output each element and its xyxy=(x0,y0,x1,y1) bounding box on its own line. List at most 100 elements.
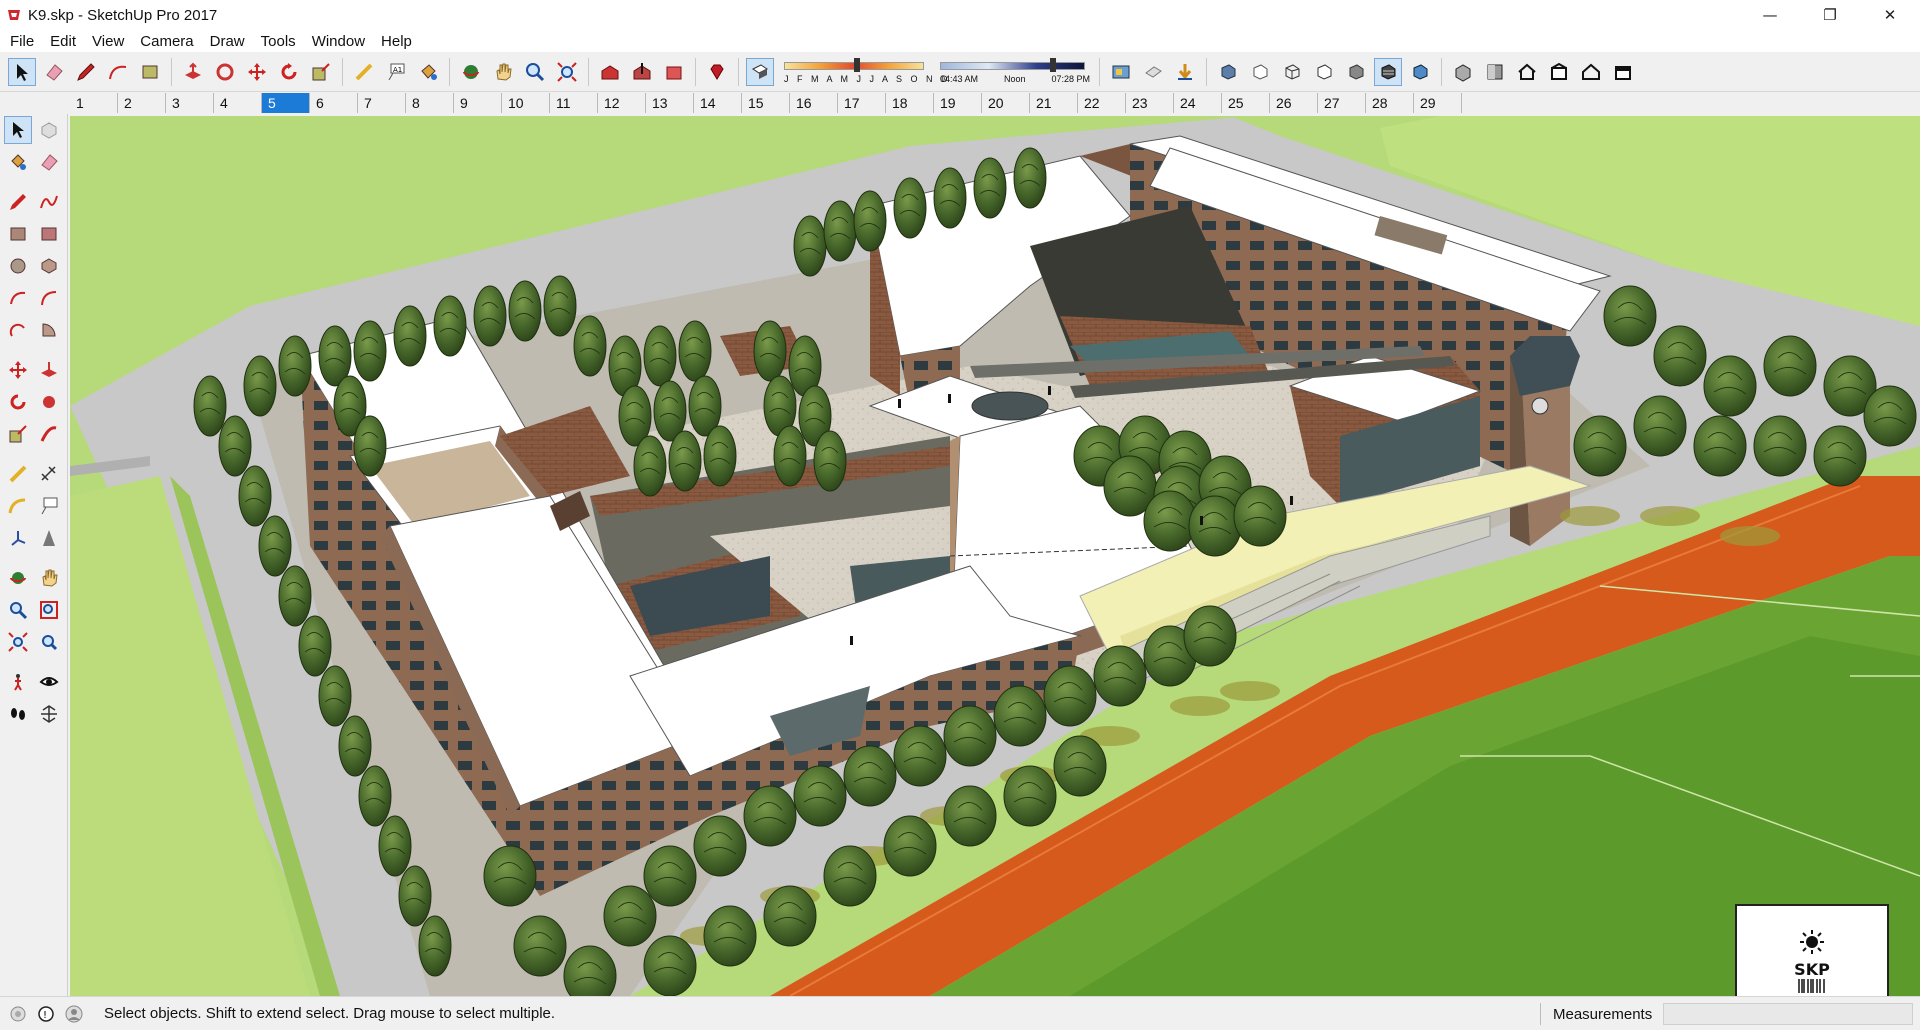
look-around-tool[interactable] xyxy=(36,668,64,696)
zoom-tool[interactable] xyxy=(4,596,32,624)
scene-tab[interactable]: 2 xyxy=(118,93,166,113)
protractor-tool[interactable] xyxy=(4,492,32,520)
3d-warehouse-button[interactable] xyxy=(596,58,624,86)
share-model-button[interactable] xyxy=(628,58,656,86)
front-view-button[interactable] xyxy=(1513,58,1541,86)
two-point-arc-tool[interactable] xyxy=(36,284,64,312)
line-tool-button[interactable] xyxy=(72,58,100,86)
menu-help[interactable]: Help xyxy=(373,33,420,50)
time-slider-knob[interactable] xyxy=(1050,57,1056,72)
section-plane-tool[interactable] xyxy=(36,700,64,728)
orbit-tool-button[interactable] xyxy=(457,58,485,86)
scene-tab[interactable]: 22 xyxy=(1078,93,1126,113)
scene-tab[interactable]: 19 xyxy=(934,93,982,113)
date-slider-knob[interactable] xyxy=(854,57,860,72)
iso-view-button[interactable] xyxy=(1449,58,1477,86)
back-view-button[interactable] xyxy=(1577,58,1605,86)
freehand-tool[interactable] xyxy=(36,188,64,216)
scene-tab[interactable]: 3 xyxy=(166,93,214,113)
menu-edit[interactable]: Edit xyxy=(42,33,84,50)
right-view-button[interactable] xyxy=(1545,58,1573,86)
zoom-extents-tool[interactable] xyxy=(4,628,32,656)
eraser-tool-button[interactable] xyxy=(40,58,68,86)
scene-tab[interactable]: 24 xyxy=(1174,93,1222,113)
arc-tool[interactable] xyxy=(4,284,32,312)
scene-tab[interactable]: 12 xyxy=(598,93,646,113)
menu-tools[interactable]: Tools xyxy=(253,33,304,50)
shaded-style-button[interactable] xyxy=(1342,58,1370,86)
polygon-tool[interactable] xyxy=(36,252,64,280)
scene-tab[interactable]: 26 xyxy=(1270,93,1318,113)
orbit-tool[interactable] xyxy=(4,564,32,592)
scene-tab[interactable]: 15 xyxy=(742,93,790,113)
menu-draw[interactable]: Draw xyxy=(202,33,253,50)
tape-measure-tool-button[interactable] xyxy=(350,58,378,86)
follow-me-tool[interactable] xyxy=(36,388,64,416)
credits-button[interactable]: ! xyxy=(36,1004,56,1024)
menu-file[interactable]: File xyxy=(2,33,42,50)
scene-tab[interactable]: 27 xyxy=(1318,93,1366,113)
scale-tool[interactable] xyxy=(4,420,32,448)
scene-tab[interactable]: 1 xyxy=(70,93,118,113)
position-camera-tool[interactable] xyxy=(4,668,32,696)
close-button[interactable]: ✕ xyxy=(1860,0,1920,30)
scene-tab[interactable]: 29 xyxy=(1414,93,1462,113)
hidden-line-style-button[interactable] xyxy=(1310,58,1338,86)
rectangle-tool[interactable] xyxy=(4,220,32,248)
scene-tab[interactable]: 14 xyxy=(694,93,742,113)
scene-tab[interactable]: 20 xyxy=(982,93,1030,113)
restore-button[interactable]: ❐ xyxy=(1800,0,1860,30)
paint-bucket-tool[interactable] xyxy=(4,148,32,176)
section-fill-button[interactable] xyxy=(1171,58,1199,86)
dimension-tool[interactable] xyxy=(36,460,64,488)
scene-tab[interactable]: 5 xyxy=(262,93,310,113)
walk-tool[interactable] xyxy=(4,700,32,728)
back-edges-button[interactable] xyxy=(1246,58,1274,86)
shape-tool-button[interactable] xyxy=(136,58,164,86)
model-viewport[interactable] xyxy=(70,116,1920,996)
zoom-extents-button[interactable] xyxy=(553,58,581,86)
xray-style-button[interactable] xyxy=(1214,58,1242,86)
scene-tab[interactable]: 21 xyxy=(1030,93,1078,113)
rotate-tool-button[interactable] xyxy=(275,58,303,86)
measurements-input[interactable] xyxy=(1663,1003,1913,1025)
scene-tab[interactable]: 4 xyxy=(214,93,262,113)
shadows-toggle-button[interactable] xyxy=(746,57,774,86)
scene-tab[interactable]: 10 xyxy=(502,93,550,113)
push-pull-tool[interactable] xyxy=(36,356,64,384)
arc-tool-button[interactable] xyxy=(104,58,132,86)
select-tool[interactable] xyxy=(4,116,32,144)
section-plane-button[interactable] xyxy=(1107,58,1135,86)
scene-tab[interactable]: 13 xyxy=(646,93,694,113)
menu-window[interactable]: Window xyxy=(304,33,373,50)
scene-tab[interactable]: 11 xyxy=(550,93,598,113)
shaded-textures-button[interactable] xyxy=(1374,57,1402,86)
left-view-button[interactable] xyxy=(1609,58,1637,86)
scene-tab[interactable]: 6 xyxy=(310,93,358,113)
3d-text-tool[interactable] xyxy=(36,524,64,552)
menu-camera[interactable]: Camera xyxy=(132,33,201,50)
section-display-button[interactable] xyxy=(1139,58,1167,86)
select-tool-button[interactable] xyxy=(8,57,36,86)
push-pull-tool-button[interactable] xyxy=(179,58,207,86)
zoom-tool-button[interactable] xyxy=(521,58,549,86)
scene-tab[interactable]: 23 xyxy=(1126,93,1174,113)
extension-warehouse-button[interactable] xyxy=(660,58,688,86)
ruby-console-button[interactable] xyxy=(703,58,731,86)
scene-tab[interactable]: 8 xyxy=(406,93,454,113)
scene-tab[interactable]: 28 xyxy=(1366,93,1414,113)
pan-tool[interactable] xyxy=(36,564,64,592)
menu-view[interactable]: View xyxy=(84,33,132,50)
line-tool[interactable] xyxy=(4,188,32,216)
scene-tab[interactable]: 25 xyxy=(1222,93,1270,113)
pan-tool-button[interactable] xyxy=(489,58,517,86)
eraser-tool[interactable] xyxy=(36,148,64,176)
tape-measure-tool[interactable] xyxy=(4,460,32,488)
zoom-window-tool[interactable] xyxy=(36,596,64,624)
follow-me-tool-button[interactable] xyxy=(211,58,239,86)
monochrome-button[interactable] xyxy=(1406,58,1434,86)
three-point-arc-tool[interactable] xyxy=(4,316,32,344)
rotated-rectangle-tool[interactable] xyxy=(36,220,64,248)
geo-location-button[interactable] xyxy=(8,1004,28,1024)
top-view-button[interactable] xyxy=(1481,58,1509,86)
